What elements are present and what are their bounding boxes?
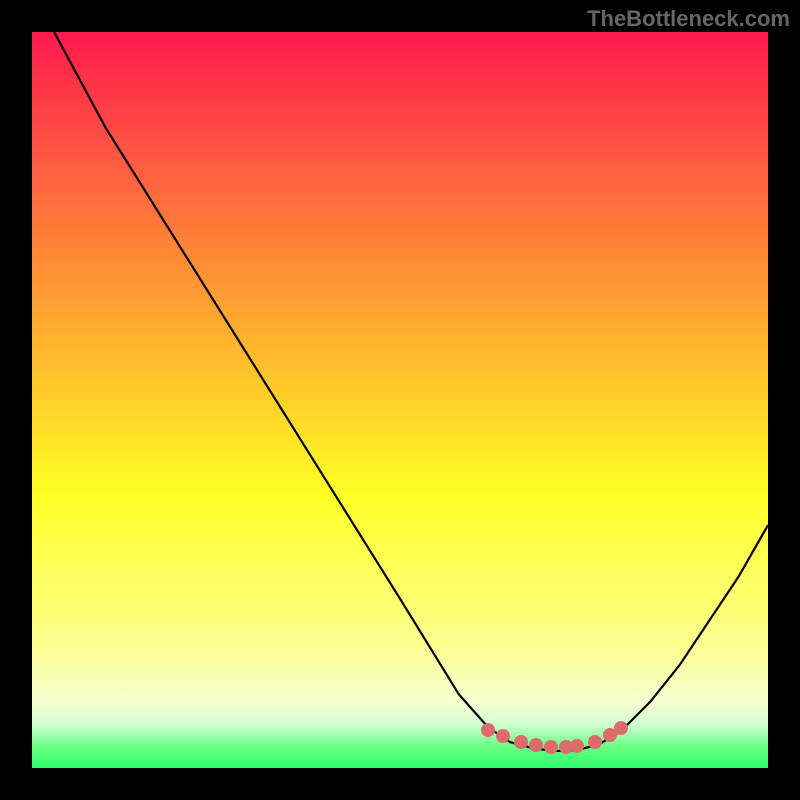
data-marker [481, 723, 495, 737]
bottleneck-curve [54, 32, 768, 751]
data-marker [559, 740, 573, 754]
data-marker [614, 721, 628, 735]
data-marker [514, 735, 528, 749]
data-marker [570, 739, 584, 753]
data-marker [496, 729, 510, 743]
chart-plot-area [32, 32, 768, 768]
data-marker [529, 738, 543, 752]
data-marker [588, 735, 602, 749]
data-marker [544, 740, 558, 754]
marker-group [32, 32, 768, 768]
curve-svg [32, 32, 768, 768]
watermark-text: TheBottleneck.com [587, 6, 790, 32]
data-marker [603, 728, 617, 742]
